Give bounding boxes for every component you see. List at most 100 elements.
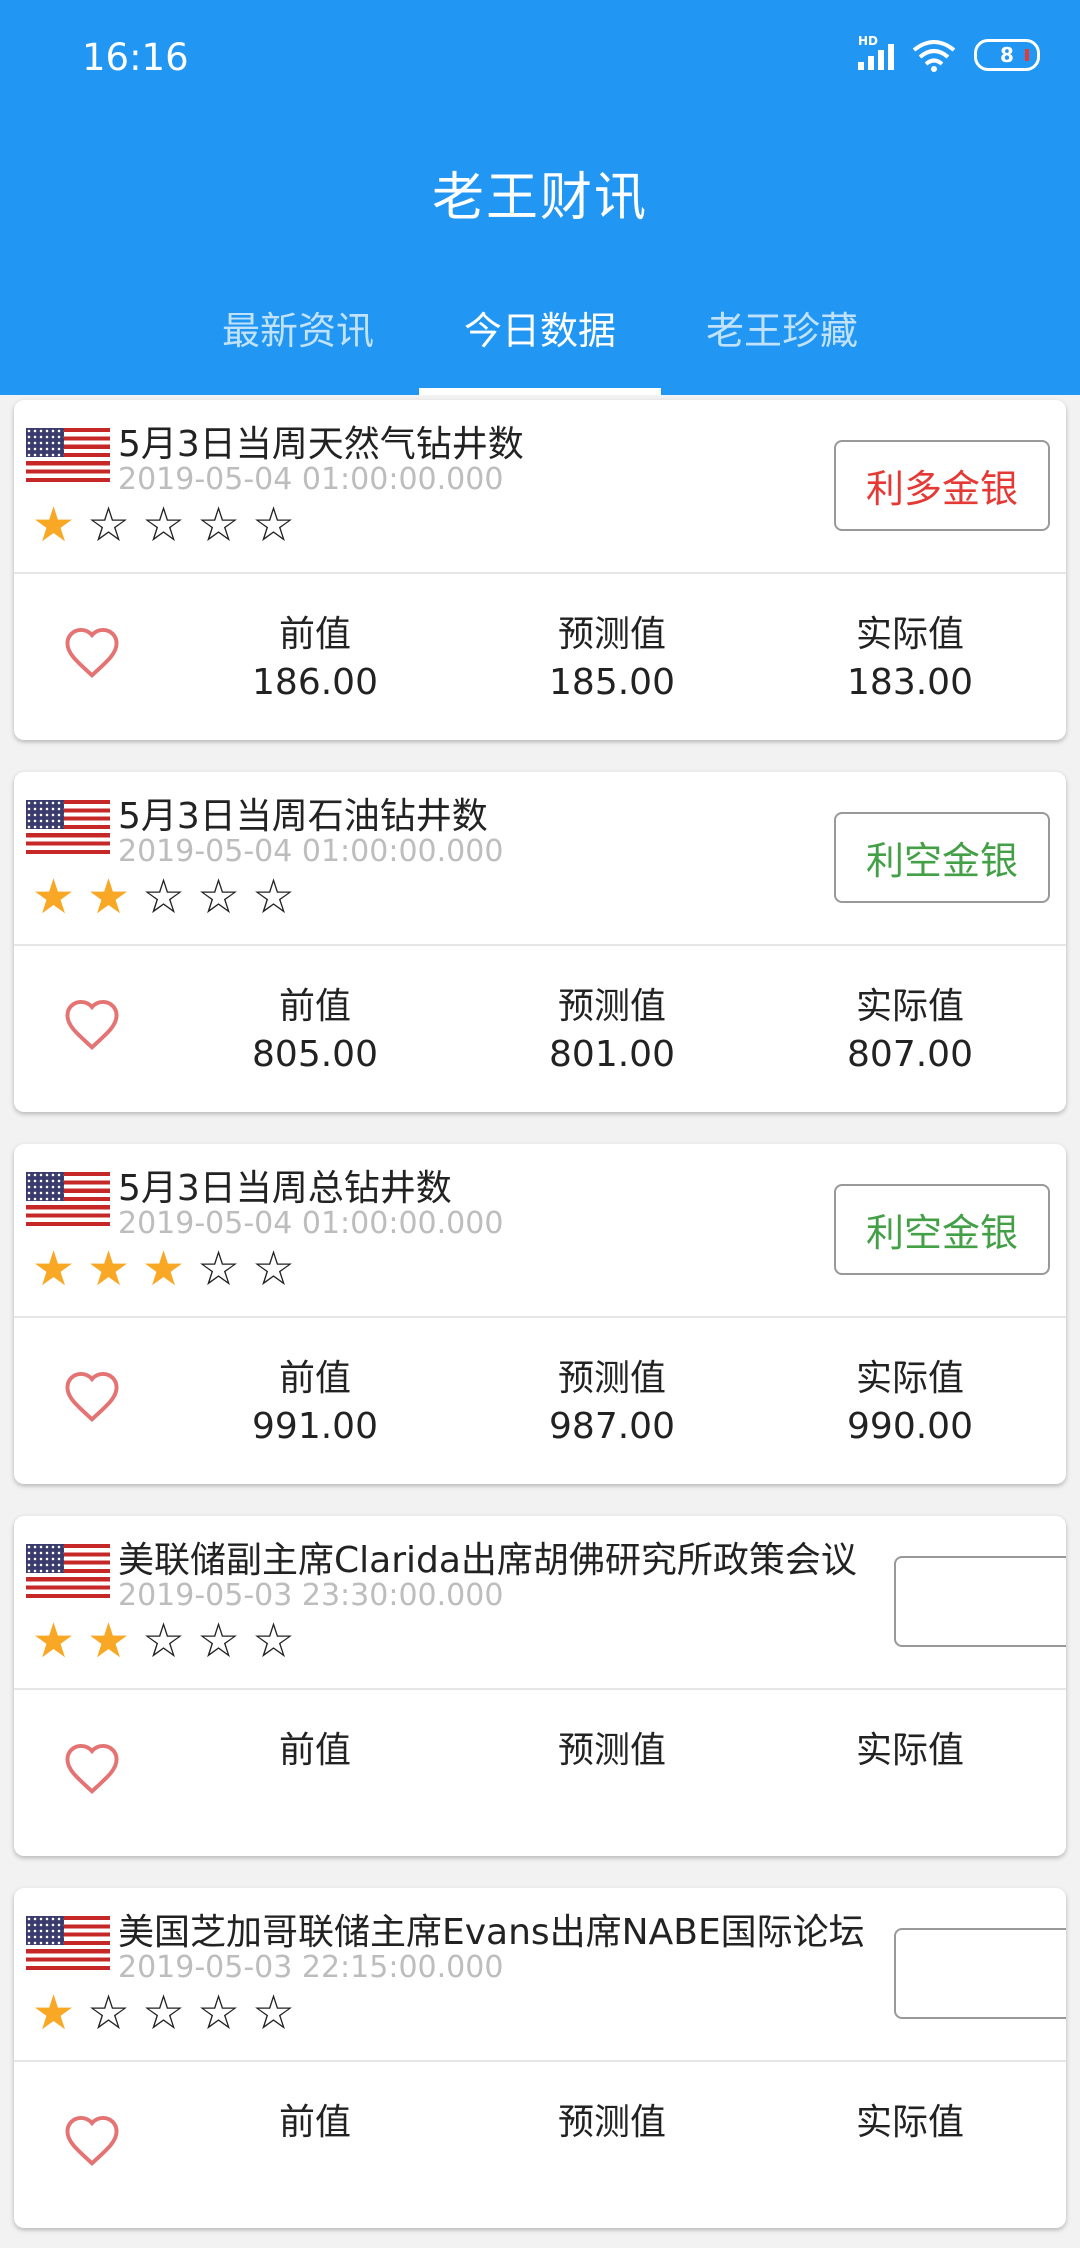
event-card[interactable]: 5月3日当周总钻井数 2019-05-04 01:00:00.000 ★ ★ ★ ☆ ☆… (14, 1144, 1066, 1484)
star-outline-icon: ☆ (141, 1613, 186, 1669)
star-outline-icon: ☆ (251, 1241, 296, 1297)
actual-label: 实际值 (855, 1358, 964, 1399)
wifi-icon (912, 40, 956, 72)
star-filled-icon: ★ (31, 1613, 76, 1669)
star-filled-icon: ★ (31, 497, 76, 553)
previous-value: 186.00 (252, 662, 378, 703)
event-card[interactable]: 美联储副主席Clarida出席胡佛研究所政策会议 2019-05-03 23:3… (14, 1516, 1066, 1856)
event-card[interactable]: 5月3日当周天然气钻井数 2019-05-04 01:00:00.000 ★ ☆ ☆… (14, 400, 1066, 740)
forecast-value: 987.00 (549, 1406, 675, 1447)
star-filled-icon: ★ (31, 869, 76, 925)
divider (14, 944, 1066, 946)
impact-tag-button[interactable] (894, 1928, 1066, 2019)
tab-bar: 最新资讯 今日数据 老王珍藏 (0, 300, 1080, 395)
impact-tag-button[interactable] (894, 1556, 1066, 1647)
event-title: 美联储副主席Clarida出席胡佛研究所政策会议 (118, 1540, 857, 1581)
forecast-value: 801.00 (549, 1034, 675, 1075)
event-time: 2019-05-04 01:00:00.000 (118, 1206, 504, 1241)
event-card[interactable]: 5月3日当周石油钻井数 2019-05-04 01:00:00.000 ★ ★ ☆ ☆… (14, 772, 1066, 1112)
battery-level: 8 (1000, 43, 1014, 67)
star-filled-icon: ★ (31, 1985, 76, 2041)
event-title: 5月3日当周总钻井数 (118, 1168, 452, 1209)
star-outline-icon: ☆ (251, 1985, 296, 2041)
importance-stars: ★ ☆ ☆ ☆ ☆ (26, 497, 301, 553)
importance-stars: ★ ★ ☆ ☆ ☆ (26, 1613, 301, 1669)
actual-label: 实际值 (855, 2102, 964, 2143)
previous-label: 前值 (278, 614, 351, 655)
heart-outline-icon[interactable] (62, 997, 122, 1051)
tab-today-data[interactable]: 今日数据 (420, 300, 660, 355)
actual-label: 实际值 (855, 1730, 964, 1771)
importance-stars: ★ ☆ ☆ ☆ ☆ (26, 1985, 301, 2041)
star-filled-icon: ★ (86, 869, 131, 925)
previous-value: 991.00 (252, 1406, 378, 1447)
star-filled-icon: ★ (86, 1613, 131, 1669)
actual-label: 实际值 (855, 614, 964, 655)
event-title: 5月3日当周天然气钻井数 (118, 424, 524, 465)
actual-label: 实际值 (855, 986, 964, 1027)
previous-label: 前值 (278, 1730, 351, 1771)
star-outline-icon: ☆ (196, 869, 241, 925)
star-outline-icon: ☆ (196, 1241, 241, 1297)
heart-outline-icon[interactable] (62, 2113, 122, 2167)
battery-icon: 8 (974, 39, 1040, 71)
event-time: 2019-05-03 23:30:00.000 (118, 1578, 504, 1613)
actual-value: 183.00 (847, 662, 973, 703)
event-card[interactable]: 美国芝加哥联储主席Evans出席NABE国际论坛 2019-05-03 22:1… (14, 1888, 1066, 2228)
star-outline-icon: ☆ (86, 497, 131, 553)
star-outline-icon: ☆ (251, 869, 296, 925)
us-flag-icon (26, 800, 110, 854)
previous-value: 805.00 (252, 1034, 378, 1075)
forecast-label: 预测值 (557, 1730, 666, 1771)
forecast-label: 预测值 (557, 986, 666, 1027)
us-flag-icon (26, 428, 110, 482)
actual-value: 990.00 (847, 1406, 973, 1447)
event-time: 2019-05-04 01:00:00.000 (118, 834, 504, 869)
hd-label: HD (858, 34, 879, 48)
heart-outline-icon[interactable] (62, 1741, 122, 1795)
actual-value: 807.00 (847, 1034, 973, 1075)
status-icons: HD 8 (858, 34, 1040, 72)
tab-indicator (419, 388, 661, 395)
forecast-label: 预测值 (557, 614, 666, 655)
previous-label: 前值 (278, 2102, 351, 2143)
divider (14, 1688, 1066, 1690)
heart-outline-icon[interactable] (62, 1369, 122, 1423)
star-outline-icon: ☆ (251, 1613, 296, 1669)
event-time: 2019-05-04 01:00:00.000 (118, 462, 504, 497)
impact-tag-button[interactable]: 利多金银 (834, 440, 1050, 531)
divider (14, 572, 1066, 574)
divider (14, 2060, 1066, 2062)
star-outline-icon: ☆ (141, 497, 186, 553)
event-time: 2019-05-03 22:15:00.000 (118, 1950, 504, 1985)
star-outline-icon: ☆ (196, 497, 241, 553)
us-flag-icon (26, 1544, 110, 1598)
impact-tag-button[interactable]: 利空金银 (834, 812, 1050, 903)
star-outline-icon: ☆ (196, 1985, 241, 2041)
app-title: 老王财讯 (431, 168, 648, 228)
divider (14, 1316, 1066, 1318)
star-filled-icon: ★ (31, 1241, 76, 1297)
star-outline-icon: ☆ (196, 1613, 241, 1669)
importance-stars: ★ ★ ☆ ☆ ☆ (26, 869, 301, 925)
forecast-label: 预测值 (557, 2102, 666, 2143)
forecast-label: 预测值 (557, 1358, 666, 1399)
event-title: 5月3日当周石油钻井数 (118, 796, 488, 837)
star-outline-icon: ☆ (141, 1985, 186, 2041)
event-title: 美国芝加哥联储主席Evans出席NABE国际论坛 (118, 1912, 865, 1953)
star-outline-icon: ☆ (141, 869, 186, 925)
previous-label: 前值 (278, 1358, 351, 1399)
heart-outline-icon[interactable] (62, 625, 122, 679)
star-filled-icon: ★ (141, 1241, 186, 1297)
us-flag-icon (26, 1172, 110, 1226)
signal-icon: HD (858, 34, 894, 70)
tab-collection[interactable]: 老王珍藏 (662, 300, 902, 355)
impact-tag-button[interactable]: 利空金银 (834, 1184, 1050, 1275)
star-outline-icon: ☆ (86, 1985, 131, 2041)
app-bar: 16:16 HD 8 老王财讯 最新资讯 今日数据 老王珍藏 (0, 0, 1080, 395)
star-outline-icon: ☆ (251, 497, 296, 553)
forecast-value: 185.00 (549, 662, 675, 703)
importance-stars: ★ ★ ★ ☆ ☆ (26, 1241, 301, 1297)
tab-latest-news[interactable]: 最新资讯 (178, 300, 418, 355)
status-time: 16:16 (82, 36, 189, 79)
